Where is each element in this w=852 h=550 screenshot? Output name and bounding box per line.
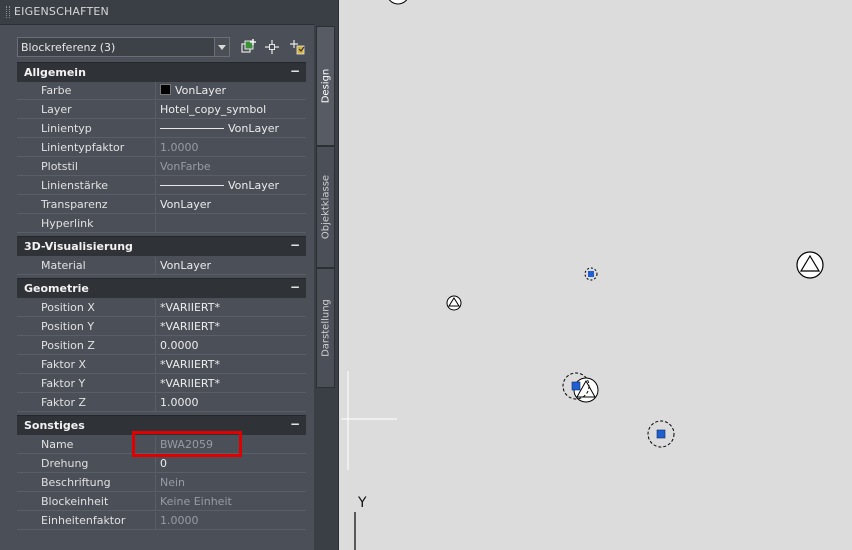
tab-darstellung[interactable]: Darstellung bbox=[316, 268, 335, 388]
property-value[interactable]: *VARIIERT* bbox=[156, 356, 306, 374]
property-name: Layer bbox=[17, 101, 156, 119]
block-symbol[interactable] bbox=[446, 295, 462, 311]
property-name: Drehung bbox=[17, 455, 156, 473]
property-value[interactable]: VonFarbe bbox=[156, 158, 306, 176]
property-value[interactable]: VonLayer bbox=[156, 177, 306, 195]
property-name: Position Z bbox=[17, 337, 156, 355]
block-symbol[interactable] bbox=[796, 251, 824, 279]
property-name: Einheitenfaktor bbox=[17, 512, 156, 530]
property-name: Position X bbox=[17, 299, 156, 317]
property-value[interactable]: 1.0000 bbox=[156, 512, 306, 530]
property-value[interactable] bbox=[156, 215, 306, 233]
selection-dropdown-value: Blockreferenz (3) bbox=[21, 41, 116, 54]
property-row-linienstaerke[interactable]: Linienstärke VonLayer bbox=[17, 177, 306, 196]
collapse-icon[interactable]: − bbox=[290, 238, 300, 252]
category-3d-visualisierung[interactable]: 3D-Visualisierung − bbox=[17, 236, 306, 256]
collapse-icon[interactable]: − bbox=[290, 280, 300, 294]
selected-block[interactable] bbox=[584, 267, 598, 281]
property-value[interactable]: 1.0000 bbox=[156, 394, 306, 412]
property-value[interactable]: VonLayer bbox=[156, 120, 306, 138]
property-value[interactable]: *VARIIERT* bbox=[156, 299, 306, 317]
property-name: Transparenz bbox=[17, 196, 156, 214]
property-row-linientypfaktor[interactable]: Linientypfaktor 1.0000 bbox=[17, 139, 306, 158]
property-row-linientyp[interactable]: Linientyp VonLayer bbox=[17, 120, 306, 139]
property-row-blockeinheit[interactable]: Blockeinheit Keine Einheit bbox=[17, 493, 306, 512]
property-row-beschriftung[interactable]: Beschriftung Nein bbox=[17, 474, 306, 493]
property-row-faktor-x[interactable]: Faktor X *VARIIERT* bbox=[17, 356, 306, 375]
property-value[interactable]: 0.0000 bbox=[156, 337, 306, 355]
category-label: Allgemein bbox=[24, 66, 86, 79]
property-value[interactable]: *VARIIERT* bbox=[156, 375, 306, 393]
category-label: Sonstiges bbox=[24, 419, 85, 432]
color-swatch-icon bbox=[160, 84, 171, 95]
property-row-plotstil[interactable]: Plotstil VonFarbe bbox=[17, 158, 306, 177]
property-name: Faktor Y bbox=[17, 375, 156, 393]
property-name: Hyperlink bbox=[17, 215, 156, 233]
selection-dropdown[interactable]: Blockreferenz (3) bbox=[17, 37, 230, 57]
property-name: Plotstil bbox=[17, 158, 156, 176]
highlight-box bbox=[132, 431, 242, 457]
property-value[interactable]: 1.0000 bbox=[156, 139, 306, 157]
property-name: Material bbox=[17, 257, 156, 275]
property-value[interactable]: Keine Einheit bbox=[156, 493, 306, 511]
chevron-down-icon[interactable] bbox=[214, 38, 229, 56]
linetype-sample-icon bbox=[160, 128, 224, 129]
property-row-drehung[interactable]: Drehung 0 bbox=[17, 455, 306, 474]
category-label: Geometrie bbox=[24, 282, 89, 295]
tab-label: Design bbox=[320, 68, 331, 104]
palette-title-bar[interactable]: EIGENSCHAFTEN bbox=[0, 0, 314, 25]
property-value[interactable]: VonLayer bbox=[156, 82, 306, 100]
property-row-material[interactable]: Material VonLayer bbox=[17, 257, 306, 276]
property-name: Beschriftung bbox=[17, 474, 156, 492]
property-value[interactable]: Hotel_copy_symbol bbox=[156, 101, 306, 119]
category-label: 3D-Visualisierung bbox=[24, 240, 133, 253]
property-value[interactable]: 0 bbox=[156, 455, 306, 473]
tab-label: Darstellung bbox=[320, 299, 331, 357]
tab-objektklasse[interactable]: Objektklasse bbox=[316, 146, 335, 268]
property-row-faktor-z[interactable]: Faktor Z 1.0000 bbox=[17, 394, 306, 413]
selected-block[interactable] bbox=[647, 420, 675, 448]
quick-select-icon[interactable] bbox=[288, 38, 306, 56]
crosshair-cursor-icon bbox=[341, 371, 397, 470]
drawing-canvas[interactable]: Y bbox=[338, 0, 852, 550]
drawing-content bbox=[341, 0, 824, 550]
selected-block[interactable] bbox=[562, 372, 599, 403]
property-row-hyperlink[interactable]: Hyperlink bbox=[17, 215, 306, 234]
property-row-transparenz[interactable]: Transparenz VonLayer bbox=[17, 196, 306, 215]
property-row-position-y[interactable]: Position Y *VARIIERT* bbox=[17, 318, 306, 337]
collapse-icon[interactable]: − bbox=[290, 417, 300, 431]
category-geometrie[interactable]: Geometrie − bbox=[17, 278, 306, 298]
property-row-einheitenfaktor[interactable]: Einheitenfaktor 1.0000 bbox=[17, 512, 306, 531]
property-row-faktor-y[interactable]: Faktor Y *VARIIERT* bbox=[17, 375, 306, 394]
property-row-layer[interactable]: Layer Hotel_copy_symbol bbox=[17, 101, 306, 120]
property-row-position-z[interactable]: Position Z 0.0000 bbox=[17, 337, 306, 356]
tab-label: Objektklasse bbox=[320, 174, 331, 240]
property-name: Farbe bbox=[17, 82, 156, 100]
block-symbol[interactable] bbox=[387, 0, 409, 5]
palette-grip-icon[interactable] bbox=[6, 6, 10, 18]
property-name: Linienstärke bbox=[17, 177, 156, 195]
lineweight-sample-icon bbox=[160, 185, 224, 186]
ucs-axis-label: Y bbox=[358, 495, 367, 511]
property-row-farbe[interactable]: Farbe VonLayer bbox=[17, 82, 306, 101]
property-value[interactable]: VonLayer bbox=[156, 257, 306, 275]
property-name: Blockeinheit bbox=[17, 493, 156, 511]
collapse-icon[interactable]: − bbox=[290, 64, 300, 78]
select-objects-icon[interactable] bbox=[263, 38, 281, 56]
property-name: Position Y bbox=[17, 318, 156, 336]
tab-design[interactable]: Design bbox=[316, 26, 335, 146]
property-value[interactable]: *VARIIERT* bbox=[156, 318, 306, 336]
property-row-position-x[interactable]: Position X *VARIIERT* bbox=[17, 299, 306, 318]
property-name: Linientyp bbox=[17, 120, 156, 138]
property-name: Faktor Z bbox=[17, 394, 156, 412]
property-name: Linientypfaktor bbox=[17, 139, 156, 157]
property-value[interactable]: VonLayer bbox=[156, 196, 306, 214]
property-name: Faktor X bbox=[17, 356, 156, 374]
palette-title: EIGENSCHAFTEN bbox=[14, 5, 109, 18]
toggle-pickadd-icon[interactable] bbox=[240, 38, 258, 56]
category-allgemein[interactable]: Allgemein − bbox=[17, 62, 306, 82]
property-value[interactable]: Nein bbox=[156, 474, 306, 492]
